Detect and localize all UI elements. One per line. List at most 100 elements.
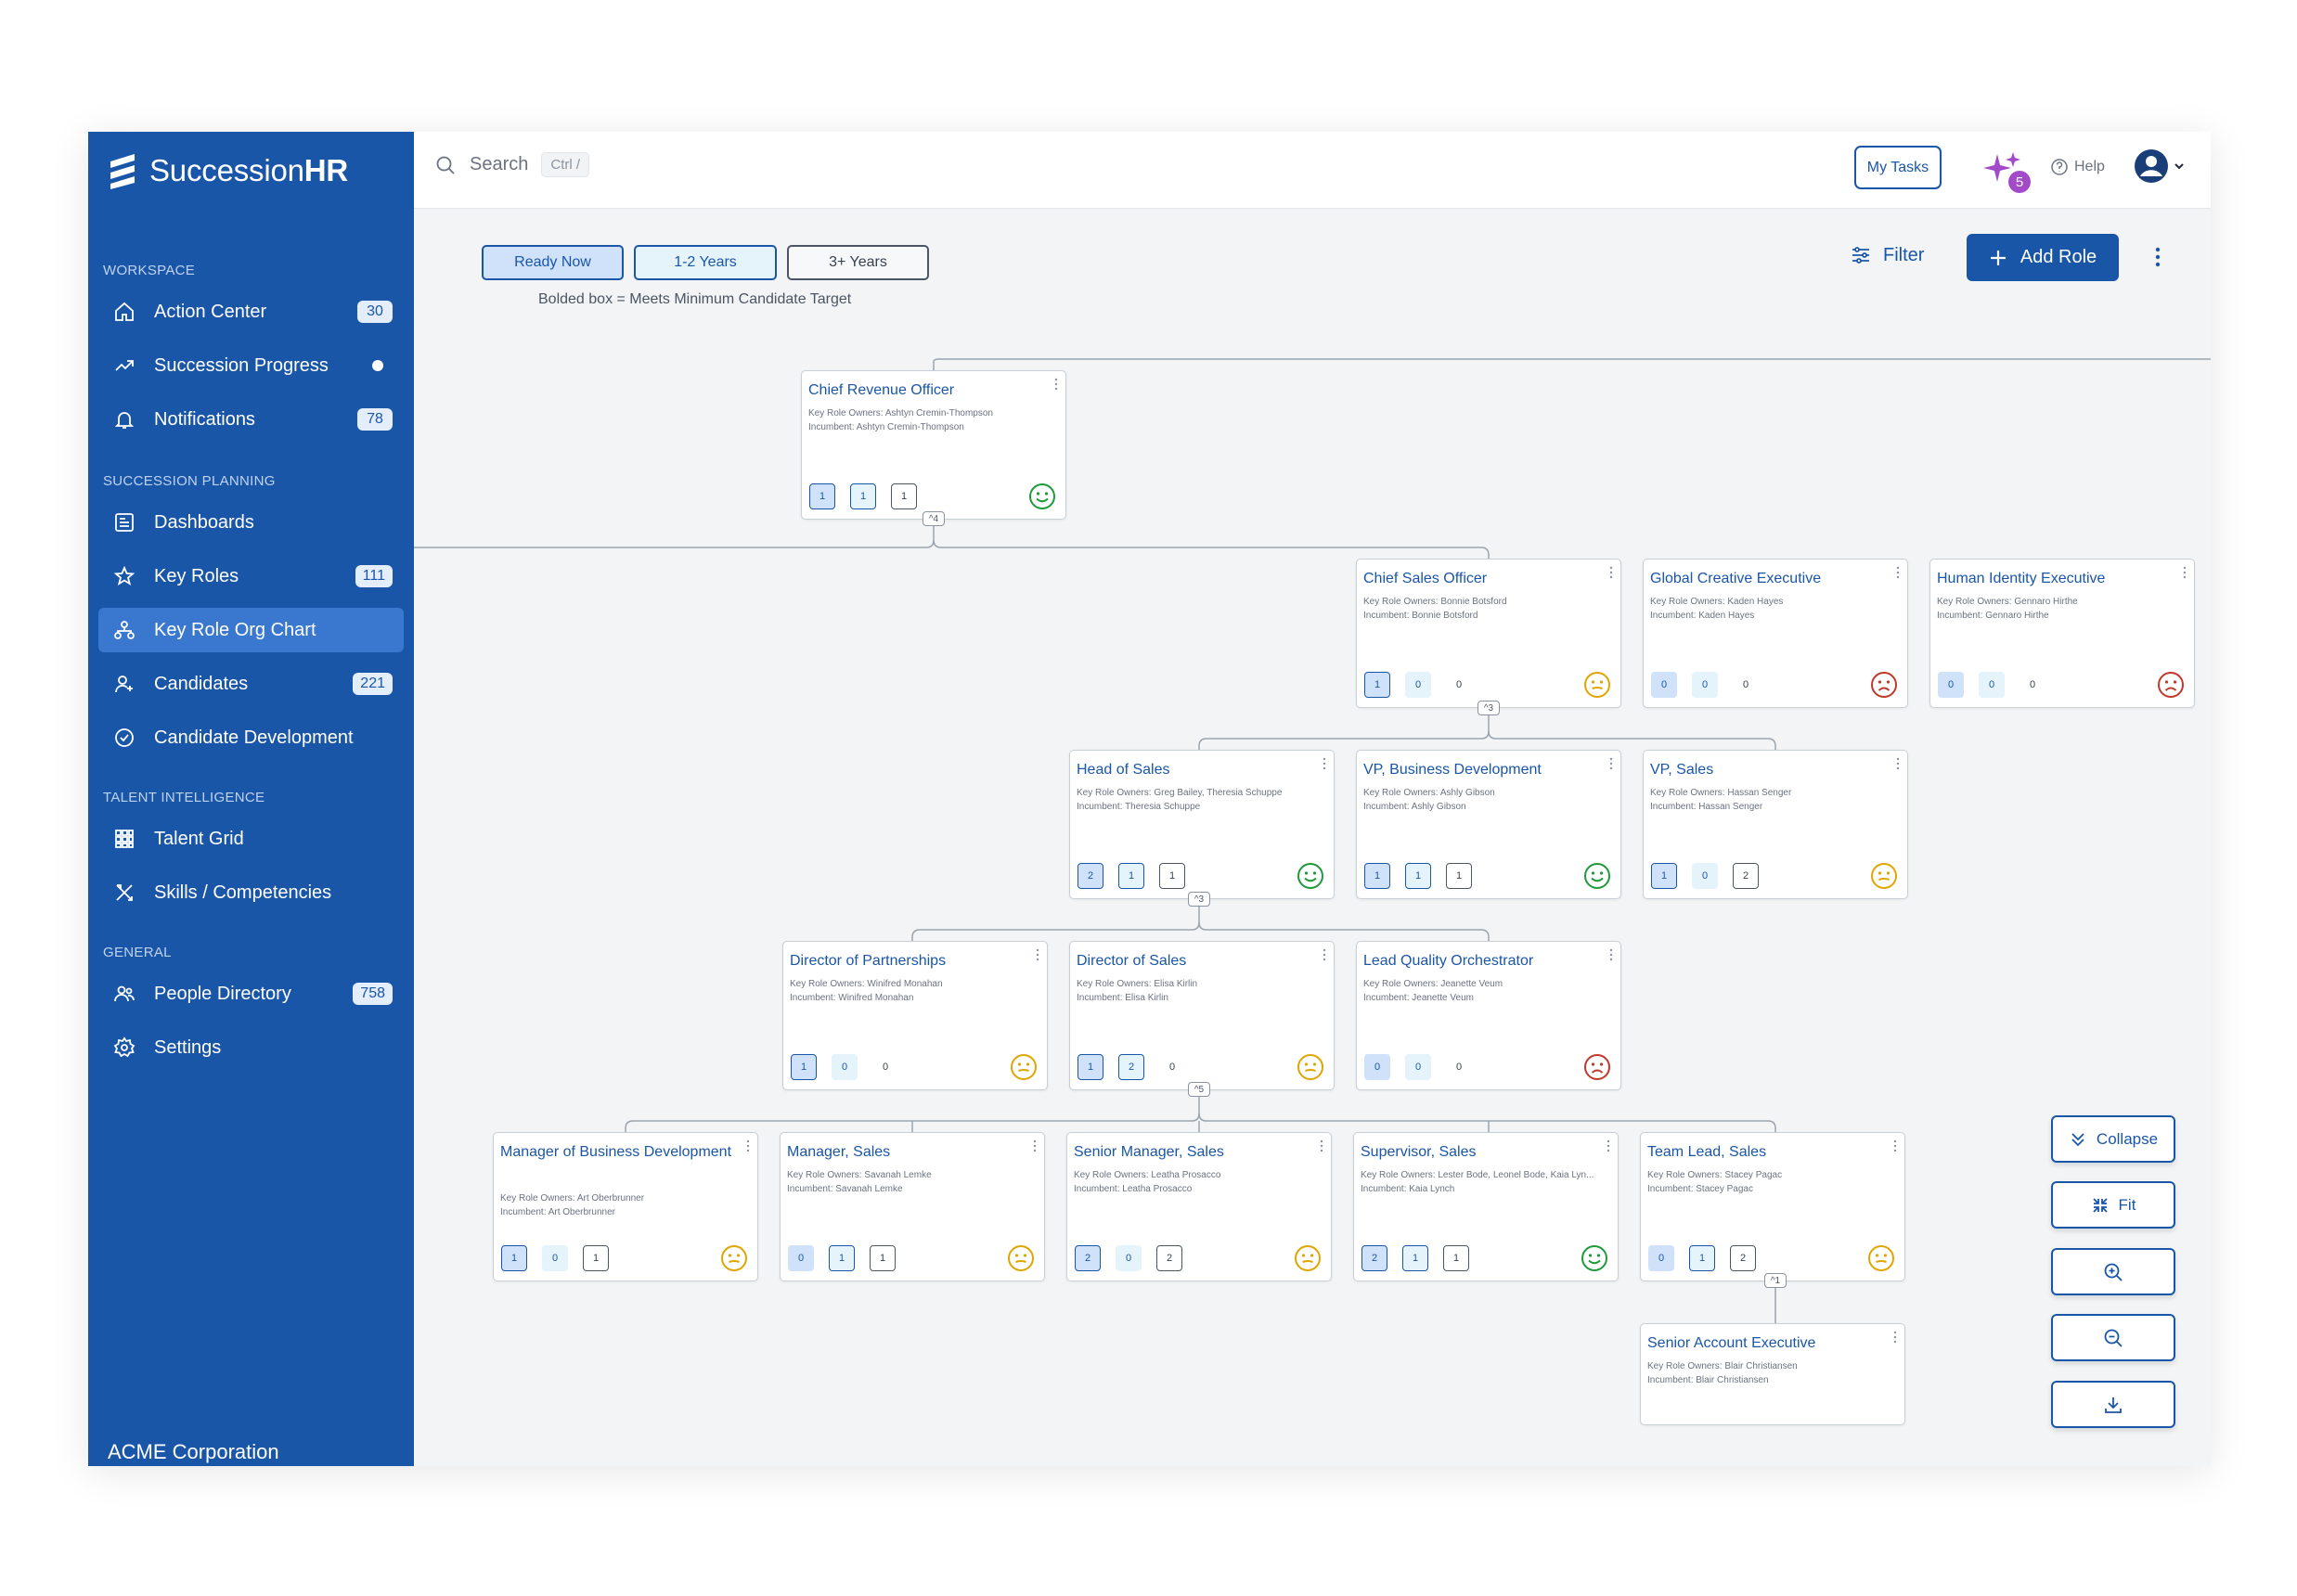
expand-toggle[interactable]: ^4 <box>923 511 945 526</box>
three-plus-years-count[interactable]: 0 <box>1733 672 1759 698</box>
role-card[interactable]: Senior Account Executive Key Role Owners… <box>1640 1323 1905 1425</box>
card-menu-icon[interactable] <box>1054 378 1058 391</box>
sidebar-item-settings[interactable]: Settings <box>98 1025 404 1070</box>
sidebar-item-skills-competencies[interactable]: Skills / Competencies <box>98 870 404 915</box>
role-card[interactable]: Senior Manager, Sales Key Role Owners: L… <box>1066 1132 1332 1281</box>
card-menu-icon[interactable] <box>1320 1139 1323 1152</box>
one-two-years-count[interactable]: 0 <box>1405 672 1431 698</box>
card-menu-icon[interactable] <box>1893 1139 1897 1152</box>
expand-toggle[interactable]: ^1 <box>1764 1273 1787 1288</box>
role-title[interactable]: Head of Sales <box>1077 758 1316 781</box>
three-plus-years-count[interactable]: 1 <box>1443 1245 1469 1271</box>
three-plus-years-count[interactable]: 0 <box>872 1054 898 1080</box>
ready-now-count[interactable]: 2 <box>1361 1245 1387 1271</box>
sidebar-item-succession-progress[interactable]: Succession Progress <box>98 343 404 388</box>
role-card[interactable]: Director of Partnerships Key Role Owners… <box>782 941 1048 1090</box>
role-title[interactable]: Chief Sales Officer <box>1363 567 1603 590</box>
ready-now-count[interactable]: 0 <box>1651 672 1677 698</box>
role-title[interactable]: Supervisor, Sales <box>1361 1140 1600 1164</box>
one-two-years-count[interactable]: 1 <box>1402 1245 1428 1271</box>
ready-now-count[interactable]: 0 <box>1938 672 1964 698</box>
card-menu-icon[interactable] <box>1607 1139 1610 1152</box>
role-title[interactable]: Lead Quality Orchestrator <box>1363 949 1603 972</box>
zoom-out-button[interactable] <box>2051 1314 2175 1361</box>
role-card[interactable]: VP, Business Development Key Role Owners… <box>1356 750 1621 899</box>
role-title[interactable]: Manager, Sales <box>787 1140 1026 1164</box>
three-plus-years-count[interactable]: 1 <box>1159 863 1185 889</box>
three-plus-years-count[interactable]: 0 <box>2020 672 2045 698</box>
card-menu-icon[interactable] <box>1609 757 1613 770</box>
sidebar-item-key-role-org-chart[interactable]: Key Role Org Chart <box>98 608 404 652</box>
one-two-years-count[interactable]: 1 <box>1405 863 1431 889</box>
download-button[interactable] <box>2051 1381 2175 1428</box>
expand-toggle[interactable]: ^5 <box>1188 1082 1210 1097</box>
card-menu-icon[interactable] <box>1609 948 1613 961</box>
sidebar-item-talent-grid[interactable]: Talent Grid <box>98 817 404 861</box>
card-menu-icon[interactable] <box>1896 566 1900 579</box>
three-plus-years-count[interactable]: 1 <box>870 1245 896 1271</box>
expand-toggle[interactable]: ^3 <box>1478 701 1500 715</box>
card-menu-icon[interactable] <box>2183 566 2187 579</box>
role-title[interactable]: Chief Revenue Officer <box>808 379 1048 402</box>
three-plus-years-count[interactable]: 2 <box>1733 863 1759 889</box>
card-menu-icon[interactable] <box>1893 1331 1897 1344</box>
sidebar-item-dashboards[interactable]: Dashboards <box>98 500 404 545</box>
card-menu-icon[interactable] <box>1609 566 1613 579</box>
three-plus-years-count[interactable]: 0 <box>1446 1054 1472 1080</box>
role-card[interactable]: Chief Sales Officer Key Role Owners: Bon… <box>1356 559 1621 708</box>
ready-now-count[interactable]: 1 <box>1364 672 1390 698</box>
card-menu-icon[interactable] <box>1036 948 1039 961</box>
role-title[interactable]: Senior Manager, Sales <box>1074 1140 1313 1164</box>
one-two-years-count[interactable]: 1 <box>850 483 876 509</box>
ready-now-count[interactable]: 0 <box>1648 1245 1674 1271</box>
role-card[interactable]: Global Creative Executive Key Role Owner… <box>1643 559 1908 708</box>
three-plus-years-count[interactable]: 1 <box>583 1245 609 1271</box>
three-plus-years-count[interactable]: 0 <box>1446 672 1472 698</box>
role-title[interactable]: Senior Account Executive <box>1647 1332 1887 1355</box>
role-card[interactable]: Human Identity Executive Key Role Owners… <box>1929 559 2195 708</box>
fit-button[interactable]: Fit <box>2051 1181 2175 1229</box>
card-menu-icon[interactable] <box>1033 1139 1037 1152</box>
one-two-years-count[interactable]: 0 <box>832 1054 858 1080</box>
one-two-years-count[interactable]: 1 <box>829 1245 855 1271</box>
ready-now-count[interactable]: 1 <box>1651 863 1677 889</box>
role-card[interactable]: Lead Quality Orchestrator Key Role Owner… <box>1356 941 1621 1090</box>
one-two-years-count[interactable]: 0 <box>1979 672 2005 698</box>
ready-now-count[interactable]: 2 <box>1078 863 1103 889</box>
one-two-years-count[interactable]: 0 <box>1405 1054 1431 1080</box>
sidebar-item-people-directory[interactable]: People Directory 758 <box>98 972 404 1016</box>
one-two-years-count[interactable]: 1 <box>1118 863 1144 889</box>
card-menu-icon[interactable] <box>1323 757 1326 770</box>
ready-now-count[interactable]: 1 <box>501 1245 527 1271</box>
zoom-in-button[interactable] <box>2051 1248 2175 1295</box>
sidebar-item-candidate-development[interactable]: Candidate Development <box>98 715 404 760</box>
role-card[interactable]: VP, Sales Key Role Owners: Hassan Senger… <box>1643 750 1908 899</box>
role-title[interactable]: Director of Partnerships <box>790 949 1029 972</box>
one-two-years-count[interactable]: 0 <box>1116 1245 1142 1271</box>
role-title[interactable]: Global Creative Executive <box>1650 567 1890 590</box>
three-plus-years-count[interactable]: 2 <box>1730 1245 1756 1271</box>
role-title[interactable]: VP, Business Development <box>1363 758 1603 781</box>
ready-now-count[interactable]: 0 <box>1364 1054 1390 1080</box>
three-plus-years-count[interactable]: 2 <box>1156 1245 1182 1271</box>
ready-now-count[interactable]: 2 <box>1075 1245 1101 1271</box>
role-card[interactable]: Supervisor, Sales Key Role Owners: Leste… <box>1353 1132 1619 1281</box>
sidebar-item-notifications[interactable]: Notifications 78 <box>98 397 404 442</box>
ready-now-count[interactable]: 1 <box>1078 1054 1103 1080</box>
one-two-years-count[interactable]: 0 <box>542 1245 568 1271</box>
role-card[interactable]: Director of Sales Key Role Owners: Elisa… <box>1069 941 1335 1090</box>
role-card[interactable]: Manager of Business Development Key Role… <box>493 1132 758 1281</box>
ready-now-count[interactable]: 1 <box>809 483 835 509</box>
three-plus-years-count[interactable]: 1 <box>1446 863 1472 889</box>
sidebar-item-key-roles[interactable]: Key Roles 111 <box>98 554 404 598</box>
card-menu-icon[interactable] <box>1896 757 1900 770</box>
expand-toggle[interactable]: ^3 <box>1188 892 1210 907</box>
role-card[interactable]: Head of Sales Key Role Owners: Greg Bail… <box>1069 750 1335 899</box>
role-title[interactable]: Manager of Business Development <box>500 1140 740 1164</box>
role-title[interactable]: Human Identity Executive <box>1937 567 2176 590</box>
role-card[interactable]: Team Lead, Sales Key Role Owners: Stacey… <box>1640 1132 1905 1281</box>
role-card[interactable]: Manager, Sales Key Role Owners: Savanah … <box>780 1132 1045 1281</box>
sidebar-item-action-center[interactable]: Action Center 30 <box>98 290 404 334</box>
role-title[interactable]: Team Lead, Sales <box>1647 1140 1887 1164</box>
role-title[interactable]: Director of Sales <box>1077 949 1316 972</box>
